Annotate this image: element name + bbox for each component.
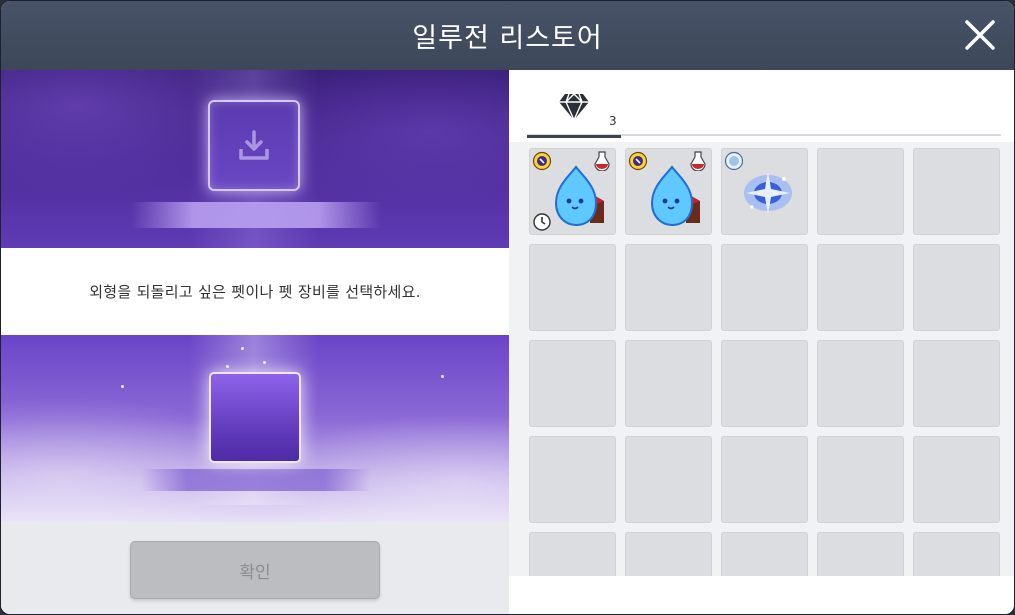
inventory-slot[interactable] bbox=[625, 148, 712, 235]
inventory-slot[interactable] bbox=[817, 148, 904, 235]
inventory-tabbar: 3 bbox=[527, 70, 1001, 138]
window-title: 일루전 리스토어 bbox=[412, 23, 603, 54]
inventory-slot[interactable] bbox=[721, 532, 808, 576]
tab-active-underline bbox=[527, 135, 621, 138]
sparkle bbox=[121, 385, 124, 388]
inventory-slot[interactable] bbox=[817, 436, 904, 523]
close-icon bbox=[965, 20, 995, 50]
result-item-slot bbox=[209, 372, 301, 463]
blue-sparkle-orb-icon bbox=[744, 171, 792, 215]
inventory-slot[interactable] bbox=[817, 244, 904, 331]
source-item-slot[interactable] bbox=[208, 100, 300, 191]
sparkle bbox=[263, 361, 266, 364]
inventory-slot[interactable] bbox=[817, 532, 904, 576]
inventory-slot[interactable] bbox=[913, 148, 1000, 235]
inventory-slot[interactable] bbox=[913, 340, 1000, 427]
instruction-band: 외형을 되돌리고 싶은 펫이나 펫 장비를 선택하세요. bbox=[1, 248, 509, 335]
diamond-icon bbox=[559, 93, 589, 121]
blue-spirit-pet-icon bbox=[650, 165, 700, 227]
inventory-panel: 3 bbox=[509, 70, 1014, 614]
tab-count: 3 bbox=[609, 114, 617, 128]
inventory-slot[interactable] bbox=[913, 532, 1000, 576]
inventory-slot[interactable] bbox=[529, 148, 616, 235]
inventory-slot[interactable] bbox=[625, 340, 712, 427]
source-slot-scene bbox=[1, 70, 509, 248]
sparkle bbox=[226, 365, 229, 368]
clock-icon bbox=[533, 213, 551, 231]
tab-gem[interactable]: 3 bbox=[527, 70, 621, 138]
inventory-slot[interactable] bbox=[625, 532, 712, 576]
inventory-slot[interactable] bbox=[721, 148, 808, 235]
slot-platform bbox=[131, 202, 381, 228]
blue-spirit-pet-icon bbox=[554, 165, 604, 227]
confirm-button[interactable]: 확인 bbox=[130, 541, 380, 599]
inventory-grid bbox=[529, 148, 1000, 576]
inventory-slot[interactable] bbox=[529, 436, 616, 523]
inventory-slot[interactable] bbox=[913, 244, 1000, 331]
sparkle bbox=[241, 347, 244, 350]
close-button[interactable] bbox=[962, 17, 998, 53]
window-header: 일루전 리스토어 bbox=[1, 1, 1014, 70]
inventory-slot[interactable] bbox=[529, 340, 616, 427]
sparkle bbox=[441, 375, 444, 378]
instruction-text: 외형을 되돌리고 싶은 펫이나 펫 장비를 선택하세요. bbox=[89, 283, 421, 301]
download-icon bbox=[239, 129, 269, 160]
inventory-slot[interactable] bbox=[529, 532, 616, 576]
inventory-slot[interactable] bbox=[913, 436, 1000, 523]
inventory-slot[interactable] bbox=[625, 244, 712, 331]
slot-platform bbox=[141, 469, 371, 491]
confirm-area: 확인 bbox=[1, 522, 509, 614]
illusion-restore-window: 일루전 리스토어 외형을 되돌리고 싶은 펫이나 펫 장비를 선택하세요. 확인… bbox=[0, 0, 1015, 615]
inventory-slot[interactable] bbox=[721, 436, 808, 523]
inventory-grid-wrap bbox=[509, 142, 1014, 576]
preview-panel: 외형을 되돌리고 싶은 펫이나 펫 장비를 선택하세요. 확인 bbox=[1, 70, 509, 614]
inventory-slot[interactable] bbox=[721, 340, 808, 427]
inventory-slot[interactable] bbox=[529, 244, 616, 331]
result-slot-scene bbox=[1, 335, 509, 522]
inventory-slot[interactable] bbox=[625, 436, 712, 523]
inventory-slot[interactable] bbox=[721, 244, 808, 331]
inventory-slot[interactable] bbox=[817, 340, 904, 427]
